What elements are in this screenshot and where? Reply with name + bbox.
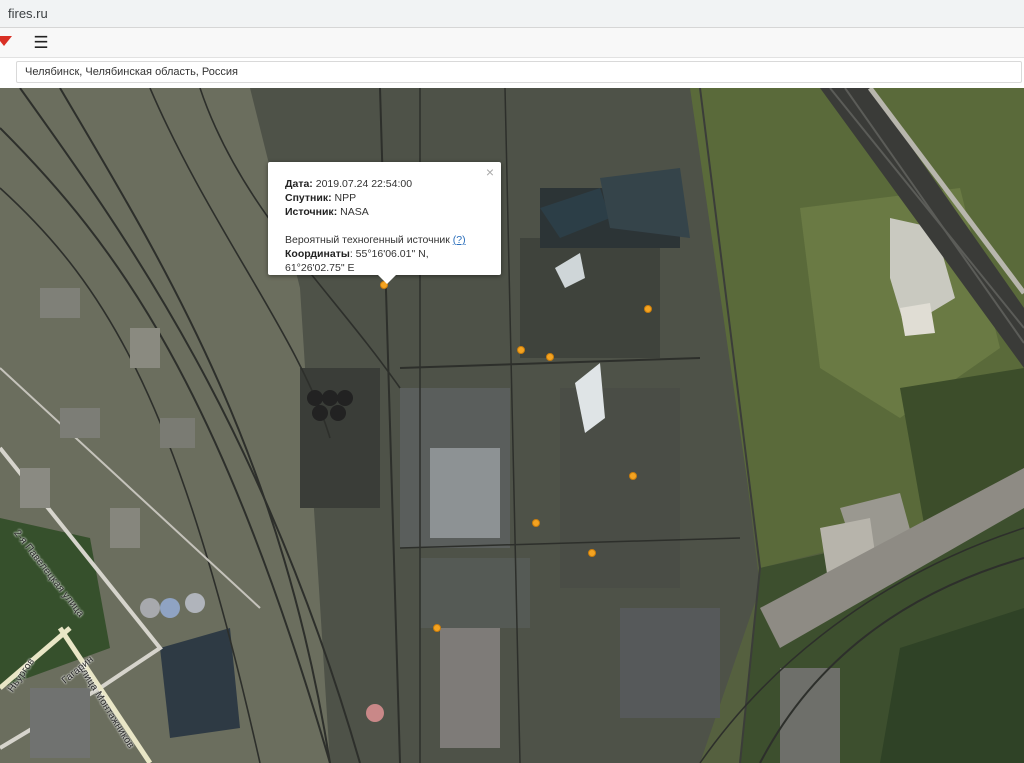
source-type-note: Вероятный техногенный источник (285, 234, 450, 246)
date-label: Дата: (285, 178, 313, 190)
satellite-label: Спутник: (285, 192, 332, 204)
satellite-imagery (0, 88, 1024, 763)
close-icon[interactable]: × (486, 165, 494, 179)
coords-label: Координаты (285, 248, 350, 260)
date-value: 2019.07.24 22:54:00 (315, 178, 413, 190)
satellite-map[interactable]: 2-я Павелецкая улица улица Монтажников Г… (0, 88, 1024, 763)
satellite-value: NPP (334, 192, 357, 204)
source-value: NASA (340, 206, 369, 218)
fire-hotspot-marker[interactable] (588, 549, 596, 557)
popup-source-row: Источник: NASA (285, 205, 487, 219)
search-row (0, 58, 1024, 88)
app-toolbar: ☰ (0, 28, 1024, 58)
help-link[interactable]: (?) (453, 234, 466, 246)
popup-coords-row: Координаты: 55°16'06.01" N, 61°26'02.75"… (285, 247, 487, 275)
fire-hotspot-marker[interactable] (644, 305, 652, 313)
hotspot-info-popup: × Дата: 2019.07.24 22:54:00 Спутник: NPP… (268, 162, 501, 284)
fire-hotspot-marker[interactable] (546, 353, 554, 361)
logo-icon (0, 36, 12, 46)
fire-hotspot-marker[interactable] (517, 346, 525, 354)
fire-hotspot-marker[interactable] (433, 624, 441, 632)
source-label: Источник: (285, 206, 338, 218)
menu-icon[interactable]: ☰ (30, 32, 52, 54)
popup-date-row: Дата: 2019.07.24 22:54:00 (285, 177, 487, 191)
fire-hotspot-marker[interactable] (629, 472, 637, 480)
fire-hotspot-marker[interactable] (532, 519, 540, 527)
browser-address-bar[interactable]: fires.ru (0, 0, 1024, 28)
browser-url[interactable]: fires.ru (8, 6, 48, 21)
popup-satellite-row: Спутник: NPP (285, 191, 487, 205)
popup-note-row: Вероятный техногенный источник (?) (285, 233, 487, 247)
location-search-input[interactable] (16, 61, 1022, 83)
